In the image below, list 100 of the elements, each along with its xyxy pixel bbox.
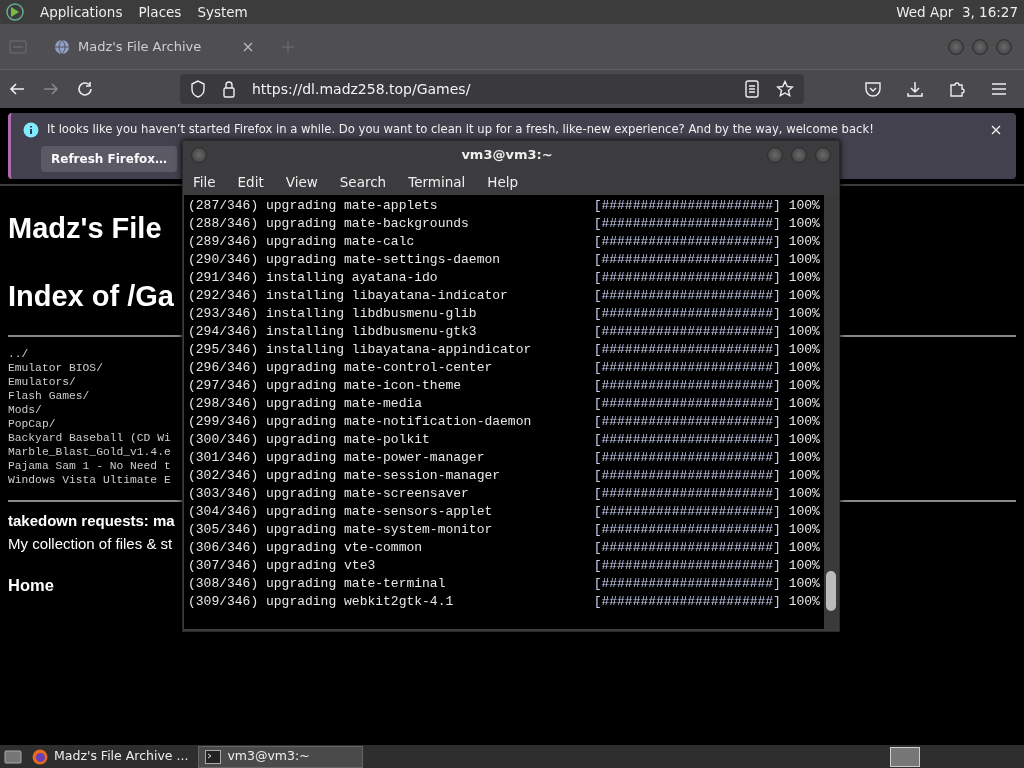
star-icon[interactable] xyxy=(776,80,794,98)
percent-text: 100% xyxy=(788,378,820,393)
info-icon xyxy=(23,121,39,138)
workspace-switcher[interactable] xyxy=(890,746,920,767)
clock[interactable]: Wed Apr 3, 16:27 xyxy=(896,1,1018,23)
terminal-line: (307/346) upgrading vte3 xyxy=(188,557,377,575)
file-link[interactable]: Flash Games/ xyxy=(8,389,90,403)
terminal-line: (295/346) installing libayatana-appindicator xyxy=(188,341,533,359)
progress-text: [######################] xyxy=(593,432,781,447)
taskbar-label: Madz's File Archive ... xyxy=(54,747,189,766)
taskbar-label: vm3@vm3:~ xyxy=(227,747,310,766)
percent-text: 100% xyxy=(788,252,820,267)
progress-text: [######################] xyxy=(593,270,781,285)
file-link[interactable]: Pajama Sam 1 - No Need t xyxy=(8,459,171,473)
percent-text: 100% xyxy=(788,450,820,465)
progress-text: [######################] xyxy=(593,450,781,465)
panel-menu[interactable]: Applications xyxy=(40,1,123,23)
progress-text: [######################] xyxy=(593,468,781,483)
menu-item[interactable]: Search xyxy=(339,171,387,193)
globe-icon xyxy=(54,38,70,55)
file-link[interactable]: Windows Vista Ultimate E xyxy=(8,473,171,487)
description-text: My collection of files & st xyxy=(8,533,173,554)
file-link[interactable]: PopCap/ xyxy=(8,417,56,431)
logo-icon[interactable] xyxy=(6,3,24,21)
progress-text: [######################] xyxy=(593,414,781,429)
percent-text: 100% xyxy=(788,198,820,213)
file-link[interactable]: Emulator BIOS/ xyxy=(8,361,103,375)
file-link[interactable]: Backyard Baseball (CD Wi xyxy=(8,431,171,445)
menu-item[interactable]: View xyxy=(285,171,318,193)
scrollbar[interactable] xyxy=(824,195,838,629)
page-heading: Madz's File xyxy=(8,214,162,243)
terminal-line: (298/346) upgrading mate-media xyxy=(188,395,424,413)
terminal-line: (301/346) upgrading mate-power-manager xyxy=(188,449,486,467)
page-heading: Index of /Ga xyxy=(8,282,174,311)
terminal-line: (303/346) upgrading mate-screensaver xyxy=(188,485,470,503)
close-icon[interactable] xyxy=(990,123,1002,136)
pocket-icon[interactable] xyxy=(864,80,882,98)
terminal-line: (300/346) upgrading mate-polkit xyxy=(188,431,431,449)
menu-item[interactable]: Help xyxy=(487,171,519,193)
percent-text: 100% xyxy=(788,594,820,609)
scroll-thumb[interactable] xyxy=(826,571,836,611)
taskbar-button[interactable]: vm3@vm3:~ xyxy=(198,745,364,768)
progress-text: [######################] xyxy=(593,252,781,267)
percent-text: 100% xyxy=(788,486,820,501)
percent-text: 100% xyxy=(788,432,820,447)
percent-text: 100% xyxy=(788,540,820,555)
progress-text: [######################] xyxy=(593,288,781,303)
menu-icon[interactable] xyxy=(990,80,1008,98)
terminal-line: (292/346) installing libayatana-indicator xyxy=(188,287,509,305)
url-field[interactable]: https://dl.madz258.top/Games/ xyxy=(180,74,804,104)
percent-text: 100% xyxy=(788,306,820,321)
progress-text: [######################] xyxy=(593,360,781,375)
refresh-button[interactable]: Refresh Firefox… xyxy=(41,146,178,173)
lock-icon[interactable] xyxy=(222,80,236,98)
percent-text: 100% xyxy=(788,324,820,339)
percent-text: 100% xyxy=(788,414,820,429)
terminal-line: (305/346) upgrading mate-system-monitor xyxy=(188,521,494,539)
percent-text: 100% xyxy=(788,522,820,537)
progress-text: [######################] xyxy=(593,234,781,249)
desktop-icon[interactable] xyxy=(4,748,22,765)
reload-icon[interactable] xyxy=(76,80,94,98)
terminal-line: (304/346) upgrading mate-sensors-applet xyxy=(188,503,494,521)
terminal-line: (291/346) installing ayatana-ido xyxy=(188,269,439,287)
file-link[interactable]: Mods/ xyxy=(8,403,42,417)
progress-text: [######################] xyxy=(593,378,781,393)
home-link[interactable]: Home xyxy=(8,573,54,598)
panel-menu[interactable]: Places xyxy=(138,1,182,23)
percent-text: 100% xyxy=(788,360,820,375)
terminal-line: (302/346) upgrading mate-session-manager xyxy=(188,467,502,485)
percent-text: 100% xyxy=(788,576,820,591)
contact-text: takedown requests: ma xyxy=(8,511,175,531)
file-link[interactable]: Emulators/ xyxy=(8,375,76,389)
percent-text: 100% xyxy=(788,216,820,231)
terminal-line: (294/346) installing libdbusmenu-gtk3 xyxy=(188,323,478,341)
taskbar-button[interactable]: Madz's File Archive ... xyxy=(26,745,195,768)
progress-text: [######################] xyxy=(593,558,781,573)
panel-menu[interactable]: System xyxy=(197,1,248,23)
close-icon[interactable] xyxy=(242,40,254,53)
progress-text: [######################] xyxy=(593,198,781,213)
terminal-line: (293/346) installing libdbusmenu-glib xyxy=(188,305,478,323)
reader-view-icon[interactable] xyxy=(744,80,760,98)
download-icon[interactable] xyxy=(906,80,924,98)
puzzle-icon[interactable] xyxy=(948,80,966,98)
terminal-line: (306/346) upgrading vte-common xyxy=(188,539,424,557)
percent-text: 100% xyxy=(788,270,820,285)
browser-tab[interactable]: Madz's File Archive xyxy=(44,29,264,64)
percent-text: 100% xyxy=(788,468,820,483)
terminal-line: (287/346) upgrading mate-applets xyxy=(188,197,439,215)
file-link[interactable]: ../ xyxy=(8,347,29,361)
menu-item[interactable]: Terminal xyxy=(408,171,466,193)
url-text: https://dl.madz258.top/Games/ xyxy=(252,79,471,99)
percent-text: 100% xyxy=(788,396,820,411)
menu-item[interactable]: Edit xyxy=(237,171,264,193)
menu-item[interactable]: File xyxy=(193,171,216,193)
file-link[interactable]: Marble_Blast_Gold_v1.4.e xyxy=(8,445,171,459)
terminal-line: (297/346) upgrading mate-icon-theme xyxy=(188,377,463,395)
percent-text: 100% xyxy=(788,504,820,519)
shield-icon[interactable] xyxy=(190,80,206,98)
progress-text: [######################] xyxy=(593,540,781,555)
progress-text: [######################] xyxy=(593,594,781,609)
